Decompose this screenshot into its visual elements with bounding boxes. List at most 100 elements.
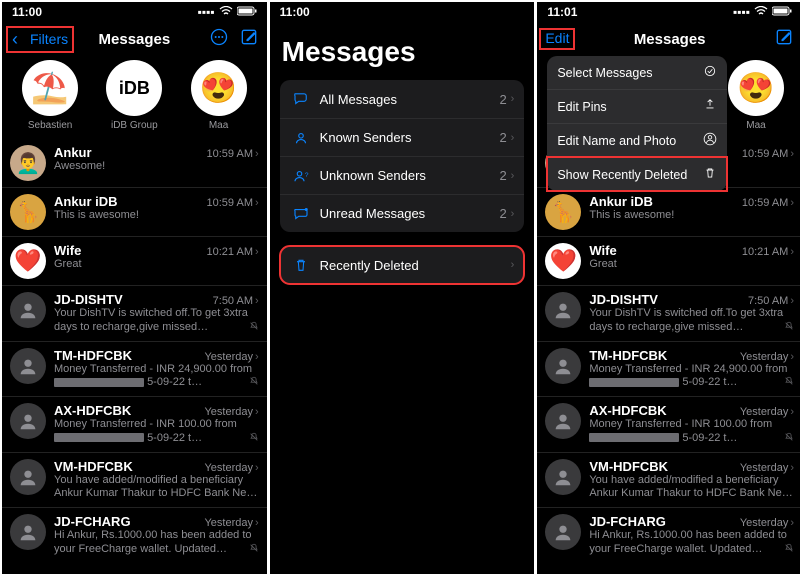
conversation-name: AX-HDFCBK — [54, 403, 131, 418]
chevron-left-icon: ‹ — [12, 29, 18, 50]
pinned-contact[interactable]: iDBiDB Group — [106, 60, 162, 131]
recently-deleted-card[interactable]: Recently Deleted › — [280, 246, 525, 284]
chevron-right-icon: › — [255, 406, 259, 418]
conversation-row[interactable]: VM-HDFCBKYesterday ›You have added/modif… — [2, 452, 267, 508]
conversation-preview: This is awesome! — [54, 209, 259, 223]
menu-item[interactable]: Show Recently Deleted — [547, 157, 727, 191]
filter-count: 2 — [499, 206, 506, 221]
mute-icon — [784, 432, 794, 446]
filter-label: All Messages — [320, 92, 500, 107]
filter-count: 2 — [499, 168, 506, 183]
conversation-preview: Awesome! — [54, 160, 259, 174]
filter-row[interactable]: All Messages2› — [280, 80, 525, 118]
conversation-row[interactable]: JD-DISHTV7:50 AM ›Your DishTV is switche… — [537, 285, 800, 341]
filter-label: Known Senders — [320, 130, 500, 145]
battery-icon — [772, 5, 792, 19]
conversation-name: Wife — [589, 243, 616, 258]
conversation-row[interactable]: AX-HDFCBKYesterday ›Money Transferred - … — [537, 396, 800, 452]
menu-item[interactable]: Edit Name and Photo — [547, 123, 727, 157]
conversation-body: VM-HDFCBKYesterday ›You have added/modif… — [54, 459, 259, 502]
conversation-name: JD-DISHTV — [54, 292, 123, 307]
conversation-name: Ankur iDB — [54, 194, 118, 209]
conversation-preview: Your DishTV is switched off.To get 3xtra… — [589, 307, 794, 335]
conversation-row[interactable]: ❤️Wife10:21 AM ›Great — [537, 236, 800, 285]
back-button[interactable]: ‹ Filters — [6, 26, 74, 53]
filter-row[interactable]: ? Unknown Senders2 › — [280, 156, 525, 194]
menu-label: Select Messages — [557, 66, 652, 80]
conversation-row[interactable]: 🦒Ankur iDB10:59 AM ›This is awesome! — [2, 187, 267, 236]
status-bar: 11:00 ▪▪▪▪ — [2, 2, 267, 22]
conversation-row[interactable]: JD-FCHARGYesterday ›Hi Ankur, Rs.1000.00… — [2, 507, 267, 563]
conversation-time: 10:21 AM › — [207, 246, 259, 258]
person-q-icon: ? — [290, 167, 312, 185]
menu-item[interactable]: Edit Pins — [547, 89, 727, 123]
conversation-name: Ankur — [54, 145, 92, 160]
menu-label: Edit Name and Photo — [557, 134, 676, 148]
status-time: 11:01 — [547, 5, 577, 19]
conversation-time: Yesterday › — [204, 517, 258, 529]
pinned-contact[interactable]: 😍 Maa — [728, 60, 784, 131]
mute-icon — [249, 376, 259, 390]
conversation-row[interactable]: AX-HDFCBKYesterday ›Money Transferred - … — [2, 396, 267, 452]
chevron-right-icon: › — [511, 132, 515, 144]
conversation-body: VM-HDFCBKYesterday ›You have added/modif… — [589, 459, 794, 502]
conversation-time: 10:21 AM › — [742, 246, 794, 258]
conversation-row[interactable]: JD-FCHARGYesterday ›Hi Ankur, Rs.1000.00… — [537, 507, 800, 563]
screen-filters: 11:00 Messages All Messages2›Known Sende… — [270, 2, 535, 574]
chevron-right-icon: › — [511, 93, 515, 105]
chevron-right-icon: › — [255, 517, 259, 529]
signal-icon: ▪▪▪▪ — [733, 5, 750, 19]
filter-label: Unknown Senders — [320, 168, 500, 183]
menu-icon — [703, 98, 717, 115]
contact-avatar: iDB — [106, 60, 162, 116]
conversation-body: JD-FCHARGYesterday ›Hi Ankur, Rs.1000.00… — [54, 514, 259, 557]
nav-bar: ‹ Filters Messages — [2, 22, 267, 56]
filter-row[interactable]: Known Senders2› — [280, 118, 525, 156]
conversation-time: 7:50 AM › — [748, 295, 794, 307]
conversation-body: Wife 10:21 AM ›Great — [589, 243, 794, 272]
chevron-right-icon: › — [255, 462, 259, 474]
pinned-contact[interactable]: ⛱️Sebastien — [22, 60, 78, 131]
edit-button[interactable]: Edit — [539, 28, 575, 50]
conversation-preview: Great — [589, 258, 794, 272]
back-label: Filters — [30, 31, 68, 47]
contact-avatar: 😍 — [728, 60, 784, 116]
filter-label: Unread Messages — [320, 206, 500, 221]
conversation-row[interactable]: 👨‍🦱Ankur10:59 AM ›Awesome! — [2, 139, 267, 187]
pinned-row: ⛱️Sebastien iDBiDB Group 😍Maa — [2, 56, 267, 139]
chevron-right-icon: › — [511, 170, 515, 182]
conversation-row[interactable]: VM-HDFCBKYesterday ›You have added/modif… — [537, 452, 800, 508]
status-time: 11:00 — [280, 5, 310, 19]
conversation-body: TM-HDFCBKYesterday ›Money Transferred - … — [54, 348, 259, 391]
chevron-right-icon: › — [790, 351, 794, 363]
compose-button[interactable] — [774, 27, 794, 52]
conversation-body: AX-HDFCBKYesterday ›Money Transferred - … — [54, 403, 259, 446]
trash-icon — [290, 257, 312, 273]
menu-label: Show Recently Deleted — [557, 168, 687, 182]
conversation-row[interactable]: TM-HDFCBKYesterday ›Money Transferred - … — [537, 341, 800, 397]
conversation-row[interactable]: ❤️Wife10:21 AM ›Great — [2, 236, 267, 285]
conversation-time: Yesterday › — [204, 406, 258, 418]
conversation-time: Yesterday › — [204, 351, 258, 363]
chevron-right-icon: › — [790, 462, 794, 474]
conversation-row[interactable]: TM-HDFCBKYesterday ›Money Transferred - … — [2, 341, 267, 397]
mute-icon — [784, 543, 794, 557]
chevron-right-icon: › — [255, 351, 259, 363]
status-bar: 11:00 — [270, 2, 535, 22]
wifi-icon — [754, 5, 768, 19]
conversation-body: TM-HDFCBKYesterday ›Money Transferred - … — [589, 348, 794, 391]
conversation-name: TM-HDFCBK — [54, 348, 132, 363]
compose-button[interactable] — [239, 27, 259, 52]
chevron-right-icon: › — [255, 148, 259, 160]
filter-row[interactable]: Unread Messages2› — [280, 194, 525, 232]
pinned-contact[interactable]: 😍Maa — [191, 60, 247, 131]
conversation-row[interactable]: JD-DISHTV7:50 AM ›Your DishTV is switche… — [2, 285, 267, 341]
conversation-time: Yesterday › — [740, 406, 794, 418]
mute-icon — [784, 376, 794, 390]
more-button[interactable] — [209, 27, 229, 52]
contact-avatar: ⛱️ — [22, 60, 78, 116]
conversation-row[interactable]: 🦒Ankur iDB10:59 AM ›This is awesome! — [537, 187, 800, 236]
conversation-name: JD-FCHARG — [54, 514, 131, 529]
menu-item[interactable]: Select Messages — [547, 56, 727, 89]
conversation-preview: Your DishTV is switched off.To get 3xtra… — [54, 307, 259, 335]
